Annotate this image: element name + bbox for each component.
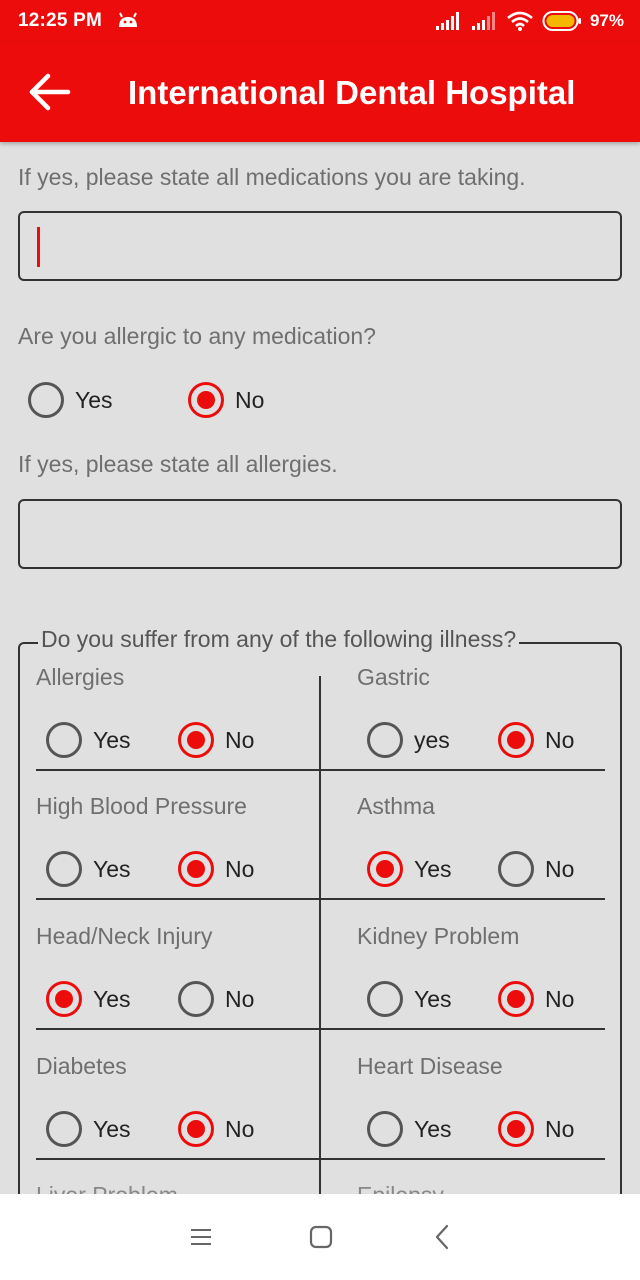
illness-label: Asthma bbox=[357, 793, 435, 819]
medications-input[interactable] bbox=[18, 211, 622, 281]
illness-label: Gastric bbox=[357, 664, 430, 690]
row-divider bbox=[36, 898, 320, 900]
high-blood-pressure-yes-radio[interactable]: Yes bbox=[46, 851, 131, 887]
page-title: International Dental Hospital bbox=[128, 74, 576, 111]
column-divider bbox=[319, 676, 321, 1194]
battery-icon bbox=[542, 11, 581, 31]
illness-label: Head/Neck Injury bbox=[36, 923, 213, 949]
row-divider bbox=[320, 1028, 605, 1030]
text-cursor bbox=[37, 227, 40, 267]
arrow-left-icon[interactable] bbox=[26, 72, 74, 112]
allergies-input[interactable] bbox=[18, 499, 622, 569]
radio-button-icon bbox=[498, 722, 534, 758]
wifi-icon bbox=[507, 11, 533, 31]
status-time: 12:25 PM bbox=[18, 10, 102, 31]
radio-button-icon bbox=[46, 981, 82, 1017]
radio-button-icon bbox=[178, 1111, 214, 1147]
signal-icon bbox=[435, 12, 459, 30]
illness-label: High Blood Pressure bbox=[36, 793, 247, 819]
radio-button-icon bbox=[178, 722, 214, 758]
radio-button-icon bbox=[188, 382, 224, 418]
illness-label: Heart Disease bbox=[357, 1053, 503, 1079]
radio-button-icon bbox=[367, 981, 403, 1017]
allergies-no-radio[interactable]: No bbox=[178, 722, 254, 758]
radio-button-icon bbox=[498, 851, 534, 887]
asthma-yes-radio[interactable]: Yes bbox=[367, 851, 452, 887]
heart-disease-no-radio[interactable]: No bbox=[498, 1111, 574, 1147]
kidney-problem-yes-radio[interactable]: Yes bbox=[367, 981, 452, 1017]
illness-label: Epilepsy bbox=[357, 1182, 444, 1194]
chevron-left-icon[interactable] bbox=[428, 1222, 458, 1252]
status-icons: 97% bbox=[435, 9, 624, 33]
medications-label: If yes, please state all medications you… bbox=[18, 164, 526, 190]
app-bar: International Dental Hospital bbox=[0, 42, 640, 142]
radio-button-icon bbox=[46, 851, 82, 887]
head-neck-injury-no-radio[interactable]: No bbox=[178, 981, 254, 1017]
diabetes-yes-radio[interactable]: Yes bbox=[46, 1111, 131, 1147]
illness-label: Diabetes bbox=[36, 1053, 127, 1079]
radio-button-icon bbox=[498, 1111, 534, 1147]
illness-label: Kidney Problem bbox=[357, 923, 520, 949]
radio-button-icon bbox=[46, 722, 82, 758]
status-bar: 12:25 PM 97% bbox=[0, 0, 640, 42]
system-nav-bar bbox=[0, 1194, 640, 1280]
radio-button-icon bbox=[46, 1111, 82, 1147]
row-divider bbox=[36, 1028, 320, 1030]
radio-button-icon bbox=[367, 1111, 403, 1147]
row-divider bbox=[36, 1158, 320, 1160]
kidney-problem-no-radio[interactable]: No bbox=[498, 981, 574, 1017]
allergic-yes-radio[interactable]: Yes bbox=[28, 382, 113, 418]
head-neck-injury-yes-radio[interactable]: Yes bbox=[46, 981, 131, 1017]
radio-button-icon bbox=[178, 981, 214, 1017]
illness-section-title: Do you suffer from any of the following … bbox=[38, 626, 520, 653]
row-divider bbox=[320, 769, 605, 771]
signal-icon bbox=[471, 12, 495, 30]
radio-button-icon bbox=[367, 851, 403, 887]
radio-button-icon bbox=[367, 722, 403, 758]
allergies-label: If yes, please state all allergies. bbox=[18, 451, 338, 477]
form-content[interactable]: If yes, please state all medications you… bbox=[0, 142, 640, 1194]
row-divider bbox=[320, 898, 605, 900]
illness-label: Allergies bbox=[36, 664, 125, 690]
illness-label: Liver Problem bbox=[36, 1182, 178, 1194]
gastric-yes-radio[interactable]: yes bbox=[367, 722, 450, 758]
radio-button-icon bbox=[498, 981, 534, 1017]
allergies-yes-radio[interactable]: Yes bbox=[46, 722, 131, 758]
home-square-icon[interactable] bbox=[306, 1222, 336, 1252]
gastric-no-radio[interactable]: No bbox=[498, 722, 574, 758]
allergic-question: Are you allergic to any medication? bbox=[18, 323, 376, 349]
high-blood-pressure-no-radio[interactable]: No bbox=[178, 851, 254, 887]
menu-icon[interactable] bbox=[186, 1222, 216, 1252]
android-notification-icon bbox=[119, 12, 137, 27]
diabetes-no-radio[interactable]: No bbox=[178, 1111, 254, 1147]
asthma-no-radio[interactable]: No bbox=[498, 851, 574, 887]
radio-button-icon bbox=[178, 851, 214, 887]
row-divider bbox=[36, 769, 320, 771]
radio-button-icon bbox=[28, 382, 64, 418]
heart-disease-yes-radio[interactable]: Yes bbox=[367, 1111, 452, 1147]
battery-percentage: 97% bbox=[589, 11, 624, 30]
row-divider bbox=[320, 1158, 605, 1160]
allergic-no-radio[interactable]: No bbox=[188, 382, 264, 418]
